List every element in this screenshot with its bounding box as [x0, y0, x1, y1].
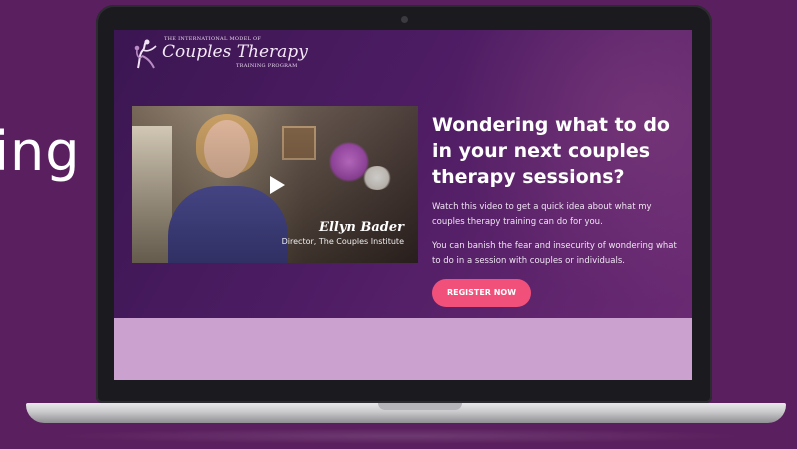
- hero-section: THE INTERNATIONAL MODEL OF Couples Thera…: [114, 30, 692, 318]
- logo-sub-line: TRAINING PROGRAM: [236, 63, 298, 69]
- intro-video[interactable]: Ellyn Bader Director, The Couples Instit…: [132, 106, 418, 263]
- video-speaker-role: Director, The Couples Institute: [281, 237, 404, 246]
- site-logo[interactable]: THE INTERNATIONAL MODEL OF Couples Thera…: [128, 36, 318, 76]
- play-icon[interactable]: [270, 176, 285, 194]
- register-now-button[interactable]: REGISTER NOW: [432, 279, 531, 307]
- laptop-screen: THE INTERNATIONAL MODEL OF Couples Thera…: [114, 30, 692, 380]
- video-speaker-name: Ellyn Bader: [319, 220, 404, 235]
- laptop-base: [26, 403, 786, 423]
- slide-partial-text: ing: [0, 120, 81, 183]
- logo-title: Couples Therapy: [162, 42, 308, 62]
- camera-icon: [401, 16, 408, 23]
- hero-paragraph-1: Watch this video to get a quick idea abo…: [432, 202, 652, 227]
- hero-headline: Wondering what to do in your next couple…: [432, 114, 670, 188]
- laptop-reflection: [50, 428, 750, 444]
- dancing-couple-icon: [134, 39, 157, 69]
- laptop-base-notch: [378, 403, 462, 410]
- hero-paragraph-2: You can banish the fear and insecurity o…: [432, 241, 677, 266]
